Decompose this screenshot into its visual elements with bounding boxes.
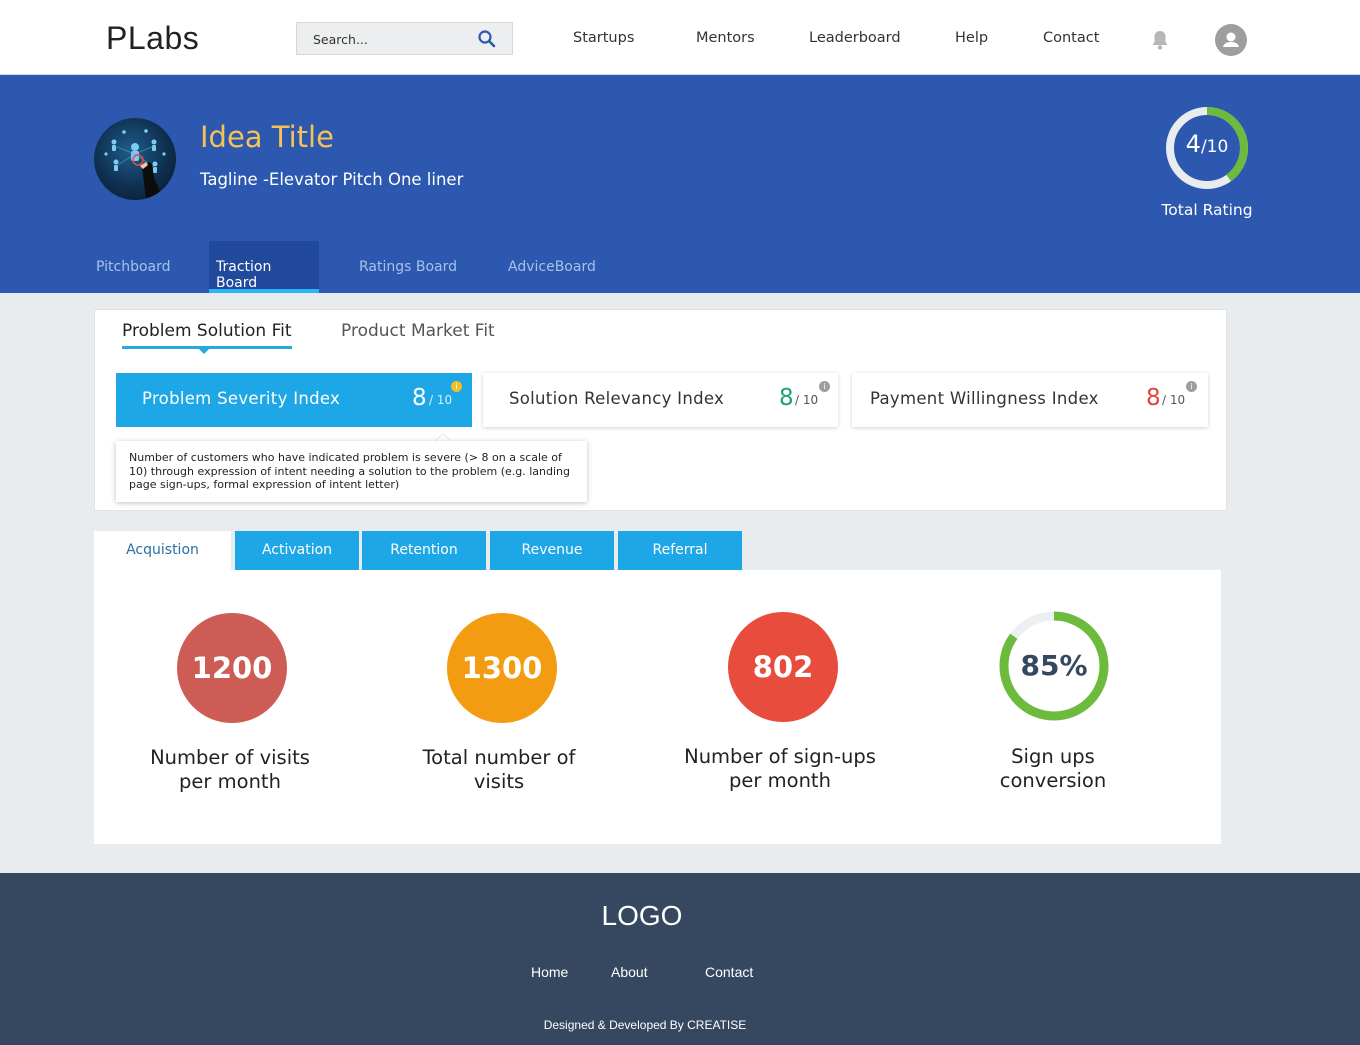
total-visits-label: Total number of visits xyxy=(379,746,619,794)
search-input[interactable]: Search... xyxy=(296,22,513,55)
rating-label: Total Rating xyxy=(1161,201,1253,219)
idea-tagline: Tagline -Elevator Pitch One liner xyxy=(200,170,464,189)
visits-per-month-label: Number of visits per month xyxy=(110,746,350,794)
search-placeholder: Search... xyxy=(313,32,368,47)
label-line: Total number of xyxy=(422,746,576,769)
idea-title: Idea Title xyxy=(200,120,334,154)
fit-panel: Problem Solution Fit Product Market Fit … xyxy=(94,309,1227,511)
index-score: 8 xyxy=(1146,385,1161,411)
tab-pitchboard[interactable]: Pitchboard xyxy=(96,241,171,293)
search-icon[interactable] xyxy=(477,29,497,49)
top-navigation-bar: PLabs Search... Startups Mentors Leaderb… xyxy=(0,0,1360,75)
nav-startups[interactable]: Startups xyxy=(573,30,634,46)
signups-per-month-label: Number of sign-ups per month xyxy=(660,745,900,793)
visits-per-month-circle: 1200 xyxy=(177,613,287,723)
tab-problem-solution-fit[interactable]: Problem Solution Fit xyxy=(122,321,292,349)
nav-leaderboard[interactable]: Leaderboard xyxy=(809,30,901,46)
info-icon[interactable]: i xyxy=(1186,381,1197,392)
footer-link-contact[interactable]: Contact xyxy=(705,964,753,980)
problem-severity-index-card[interactable]: Problem Severity Index 8 / 10 i xyxy=(116,373,472,427)
footer: LOGO Home About Contact Designed & Devel… xyxy=(0,873,1360,1045)
nav-help[interactable]: Help xyxy=(955,30,988,46)
tab-product-market-fit[interactable]: Product Market Fit xyxy=(341,321,495,341)
label-line: per month xyxy=(729,769,831,792)
signup-conversion-label: Sign ups conversion xyxy=(933,745,1173,793)
label-line: Sign ups xyxy=(1011,745,1095,768)
idea-hero: Idea Title Tagline -Elevator Pitch One l… xyxy=(0,75,1360,293)
metrics-panel: 1200 Number of visits per month 1300 Tot… xyxy=(94,570,1221,844)
tab-ratings-board[interactable]: Ratings Board xyxy=(359,241,457,293)
signup-conversion-value: 85% xyxy=(1020,649,1088,682)
user-avatar[interactable] xyxy=(1215,24,1247,56)
label-line: Number of sign-ups xyxy=(684,745,876,768)
index-out-of: / 10 xyxy=(795,393,819,407)
info-icon[interactable]: i xyxy=(451,381,462,392)
rating-out-of: /10 xyxy=(1200,137,1229,157)
footer-link-home[interactable]: Home xyxy=(531,964,568,980)
label-line: per month xyxy=(179,770,281,793)
index-tooltip: Number of customers who have indicated p… xyxy=(116,441,587,502)
payment-willingness-index-card[interactable]: Payment Willingness Index 8 / 10 i xyxy=(852,373,1208,427)
signups-per-month-circle: 802 xyxy=(728,612,838,722)
label-line: Number of visits xyxy=(150,746,310,769)
active-tab-caret xyxy=(198,348,210,354)
footer-credits: Designed & Developed By CREATISE xyxy=(543,1018,747,1032)
index-score: 8 xyxy=(779,385,794,411)
index-out-of: / 10 xyxy=(429,393,453,407)
index-label: Problem Severity Index xyxy=(142,389,341,408)
tab-retention[interactable]: Retention xyxy=(362,531,486,570)
tab-acquistion[interactable]: Acquistion xyxy=(94,531,231,570)
brand-logo[interactable]: PLabs xyxy=(106,20,199,57)
user-icon xyxy=(1223,32,1239,47)
nav-contact[interactable]: Contact xyxy=(1043,30,1099,46)
tab-revenue[interactable]: Revenue xyxy=(490,531,614,570)
rating-value: 4/10 xyxy=(1164,130,1250,158)
footer-logo: LOGO xyxy=(601,900,683,931)
solution-relevancy-index-card[interactable]: Solution Relevancy Index 8 / 10 i xyxy=(483,373,838,427)
tab-traction-board[interactable]: Traction Board xyxy=(209,241,319,293)
index-label: Solution Relevancy Index xyxy=(509,389,725,408)
total-visits-circle: 1300 xyxy=(447,613,557,723)
bell-icon[interactable] xyxy=(1150,29,1170,51)
tab-referral[interactable]: Referral xyxy=(618,531,742,570)
info-icon[interactable]: i xyxy=(819,381,830,392)
label-line: visits xyxy=(473,770,525,793)
index-label: Payment Willingness Index xyxy=(870,389,1099,408)
label-line: conversion xyxy=(999,769,1107,792)
index-score: 8 xyxy=(412,385,427,411)
tab-activation[interactable]: Activation xyxy=(235,531,359,570)
idea-image xyxy=(94,118,176,200)
rating-score: 4 xyxy=(1185,130,1201,158)
footer-link-about[interactable]: About xyxy=(611,964,648,980)
tab-adviceboard[interactable]: AdviceBoard xyxy=(508,241,596,293)
network-people-illustration xyxy=(104,129,166,200)
index-out-of: / 10 xyxy=(1162,393,1186,407)
nav-mentors[interactable]: Mentors xyxy=(696,30,755,46)
